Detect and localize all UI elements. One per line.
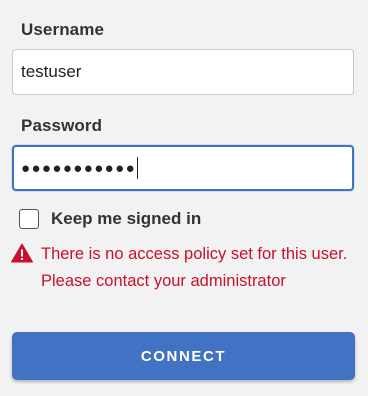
username-label: Username	[21, 20, 105, 39]
warning-triangle-icon	[11, 243, 33, 263]
text-caret	[137, 157, 139, 179]
keep-signed-in-row[interactable]: Keep me signed in	[19, 209, 201, 229]
password-label: Password	[21, 116, 103, 135]
password-input[interactable]: ●●●●●●●●●●●	[12, 145, 354, 191]
error-text: There is no access policy set for this u…	[41, 245, 348, 290]
username-input[interactable]: testuser	[12, 49, 354, 95]
username-value: testuser	[21, 62, 82, 81]
connect-button[interactable]: CONNECT	[12, 332, 355, 380]
password-value-wrap: ●●●●●●●●●●●	[21, 147, 139, 189]
keep-signed-in-checkbox[interactable]	[19, 209, 39, 229]
login-form: Username testuser Password ●●●●●●●●●●● K…	[0, 0, 368, 396]
password-masked-value: ●●●●●●●●●●●	[21, 159, 137, 177]
keep-signed-in-label[interactable]: Keep me signed in	[51, 209, 201, 229]
